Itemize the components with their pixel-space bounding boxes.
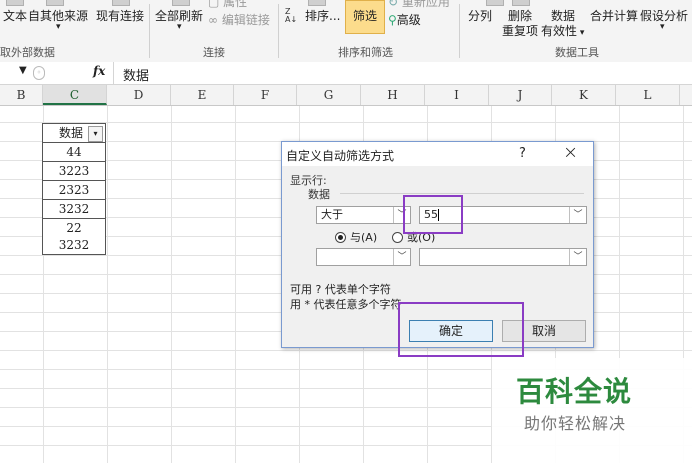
formula-bar: ▼ ◦ fx 数据 [0,62,692,85]
field-name-label: 数据 [308,188,330,201]
data-validation-label2: 有效性 ▾ [541,24,585,38]
data-cell[interactable]: 3232 [42,236,106,255]
hint-single-char: 可用 ? 代表单个字符 [290,283,391,296]
chevron-down-icon[interactable]: ﹀ [569,249,586,265]
dialog-title: 自定义自动筛选方式 [286,149,395,163]
header-cell-text: 数据 [59,126,84,140]
column-header-k[interactable]: K [552,85,616,105]
watermark-subtitle: 助你轻松解决 [524,414,627,433]
link-icon: ∞ [208,13,218,27]
chevron-down-icon[interactable]: ﹀ [393,249,410,265]
reapply-button[interactable]: ↻ 重新应用 [388,0,450,10]
properties-button[interactable]: ▢ 属性 [208,0,247,10]
what-if-dropdown-icon[interactable]: ▾ [660,22,665,32]
filter-button[interactable]: 筛选 [345,0,385,34]
and-label[interactable]: 与(A) [350,229,377,245]
text-to-columns-button[interactable]: 分列 [468,7,492,24]
formula-input[interactable]: 数据 [123,65,149,84]
column-header-c[interactable]: C [43,85,107,105]
existing-connection-icon [112,0,130,6]
data-cell[interactable]: 2323 [42,181,106,200]
close-icon[interactable]: × [563,142,578,163]
column-header-b[interactable]: B [0,85,43,105]
group-label-connections: 连接 [203,46,225,59]
column-header-g[interactable]: G [297,85,361,105]
columns-icon [486,0,504,6]
formula-bar-expand-icon[interactable]: ◦ [33,66,45,80]
name-box-dropdown-icon[interactable]: ▼ [19,65,27,76]
column-header-j[interactable]: J [489,85,552,105]
column-headers: B C D E F G H I J K L [0,85,692,106]
remove-duplicates-label2: 重复项 [502,24,539,38]
autofilter-dropdown-icon[interactable]: ▾ [88,126,103,142]
column-header-d[interactable]: D [107,85,171,105]
help-button[interactable]: ? [519,146,526,161]
operator1-select[interactable]: 大于 ﹀ [316,206,411,224]
operator2-select[interactable]: ﹀ [316,248,411,266]
ribbon: 文本 自其他来源 ▾ 现有连接 全部刷新 ▾ ▢ 属性 ∞ 编辑链接 Z A↓ 排… [0,0,692,63]
refresh-dropdown-icon[interactable]: ▾ [177,22,182,32]
ok-highlight-box [398,302,524,357]
and-radio[interactable] [335,232,346,243]
group-label-data-tools: 数据工具 [555,46,599,59]
group-separator [149,4,150,58]
dialog-titlebar: 自定义自动筛选方式 ? × [282,142,593,166]
other-sources-icon [46,0,64,6]
sort-dialog-icon [308,0,326,6]
group-separator [278,4,279,58]
fx-icon[interactable]: fx [93,64,105,78]
value-highlight-box [403,195,463,234]
existing-connections-button[interactable]: 现有连接 [96,7,144,24]
chevron-down-icon[interactable]: ﹀ [569,207,586,223]
group-label-sort-filter: 排序和筛选 [338,46,393,59]
watermark: 百科全说 助你轻松解决 [492,358,692,463]
header-cell[interactable]: 数据 ▾ [42,123,106,143]
validation-dropdown-icon[interactable]: ▾ [577,28,585,38]
hint-multi-char: 用 * 代表任意多个字符 [290,298,402,311]
consolidate-button[interactable]: 合并计算 [590,7,638,24]
value2-input[interactable]: ﹀ [419,248,587,266]
data-cell[interactable]: 3223 [42,162,106,181]
group-separator [459,4,460,58]
refresh-icon [172,0,190,6]
fieldset-divider [340,193,584,194]
text-icon [6,0,24,6]
data-cell[interactable]: 3232 [42,200,106,219]
or-radio[interactable] [392,232,403,243]
sort-button[interactable]: 排序... [305,7,340,24]
column-header-i[interactable]: I [425,85,489,105]
advanced-button[interactable]: ⚲高级 [388,11,421,28]
from-text-button[interactable]: 文本 [3,7,27,24]
watermark-title: 百科全说 [516,375,633,408]
advanced-filter-icon: ⚲ [388,13,397,27]
remove-dup-icon [512,0,530,6]
data-cell[interactable]: 44 [42,143,106,162]
edit-links-button[interactable]: ∞ 编辑链接 [208,11,270,28]
group-label-external: 取外部数据 [0,46,55,59]
properties-icon: ▢ [208,0,220,9]
column-header-f[interactable]: F [234,85,297,105]
column-header-l[interactable]: L [616,85,680,105]
other-sources-dropdown-icon[interactable]: ▾ [56,22,61,32]
sort-az-icon[interactable]: Z A↓ [285,8,297,24]
column-header-h[interactable]: H [361,85,425,105]
formula-divider [113,62,114,84]
reapply-icon: ↻ [388,0,399,9]
column-header-e[interactable]: E [171,85,234,105]
operator1-value: 大于 [321,208,343,221]
